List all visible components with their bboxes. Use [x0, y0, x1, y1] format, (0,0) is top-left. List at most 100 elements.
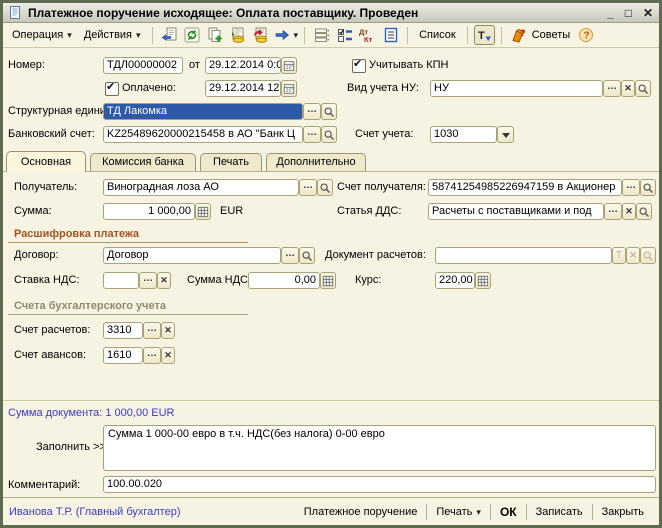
save-button[interactable]: Записать	[527, 506, 592, 518]
nu-input[interactable]: НУ	[430, 80, 603, 97]
dds-clear-button[interactable]	[622, 203, 636, 220]
settlement-doc-type-button[interactable]	[612, 247, 626, 264]
tab-additional[interactable]: Дополнительно	[266, 153, 366, 171]
unit-choose-button[interactable]	[303, 103, 321, 120]
payee-choose-button[interactable]	[299, 179, 317, 196]
payee-account-input[interactable]: 58741254985226947159 в Акционер	[428, 179, 622, 196]
payment-order-button[interactable]: Платежное поручение	[295, 506, 427, 518]
advance-account-choose-button[interactable]	[143, 347, 161, 364]
tab-main[interactable]: Основная	[6, 151, 86, 172]
post-document-button[interactable]	[228, 25, 249, 45]
contract-choose-button[interactable]	[281, 247, 299, 264]
tab-bank-commission[interactable]: Комиссия банка	[90, 153, 196, 171]
actions-menu-button[interactable]: Действия	[79, 27, 146, 43]
refresh-button[interactable]	[182, 25, 203, 45]
footer-buttons: Платежное поручение Печать ОК Записать З…	[295, 504, 653, 520]
footer-bar: Иванова Т.Р. (Главный бухгалтер) Платежн…	[3, 497, 659, 525]
dds-choose-button[interactable]	[604, 203, 622, 220]
reread-button[interactable]	[159, 25, 180, 45]
bank-open-button[interactable]	[321, 126, 337, 143]
settlement-account-choose-button[interactable]	[143, 322, 161, 339]
svg-text:Кт: Кт	[364, 35, 373, 43]
settlement-account-input[interactable]: 3310	[103, 322, 143, 339]
advance-account-input[interactable]: 1610	[103, 347, 143, 364]
contract-open-button[interactable]	[299, 247, 315, 264]
filter-by-value-button[interactable]: Т	[474, 25, 495, 45]
date-calendar-button[interactable]	[281, 57, 297, 74]
paid-date-input[interactable]: 29.12.2014 12:00:00	[205, 80, 281, 97]
payment-details-group-header: Расшифровка платежа	[8, 228, 248, 243]
dds-input[interactable]: Расчеты с поставщиками и под	[428, 203, 604, 220]
rate-calc-button[interactable]	[475, 272, 491, 289]
copy-button[interactable]	[205, 25, 226, 45]
vat-rate-input[interactable]	[103, 272, 139, 289]
close-button[interactable]: ✕	[643, 6, 653, 20]
kpn-checkbox[interactable]	[352, 59, 366, 73]
checklist-icon	[337, 27, 353, 43]
bank-choose-button[interactable]	[303, 126, 321, 143]
reread-icon	[161, 27, 177, 43]
payee-account-open-button[interactable]	[640, 179, 656, 196]
unit-open-button[interactable]	[321, 103, 337, 120]
paid-checkbox[interactable]	[105, 82, 119, 96]
from-label: от	[189, 57, 200, 74]
payee-account-choose-button[interactable]	[622, 179, 640, 196]
unit-input[interactable]: ТД Лакомка	[103, 103, 303, 120]
dtkt-button[interactable]: Дт Кт	[357, 25, 378, 45]
advice-book-icon: ?	[511, 27, 528, 43]
ok-button[interactable]: ОК	[491, 505, 526, 519]
list-button[interactable]: Список	[414, 27, 461, 43]
unpost-document-button[interactable]	[251, 25, 272, 45]
bottom-separator	[3, 400, 659, 401]
goto-button[interactable]	[274, 27, 299, 43]
account-combo[interactable]: 1030	[430, 126, 497, 143]
tab-strip-line	[3, 171, 659, 172]
svg-text:?: ?	[583, 31, 589, 42]
structure-button[interactable]	[311, 25, 332, 45]
close-form-button[interactable]: Закрыть	[593, 506, 653, 518]
settings-list-button[interactable]	[334, 25, 355, 45]
contract-input[interactable]: Договор	[103, 247, 281, 264]
operation-menu-button[interactable]: Операция	[7, 27, 77, 43]
nu-choose-button[interactable]	[603, 80, 621, 97]
advice-button[interactable]: ? Советы	[508, 27, 573, 43]
minimize-button[interactable]: _	[607, 6, 614, 20]
account-combo-arrow[interactable]	[497, 126, 514, 143]
date-input[interactable]: 29.12.2014 0:00:00	[205, 57, 281, 74]
currency-label: EUR	[220, 203, 243, 220]
settlement-account-clear-button[interactable]	[161, 322, 175, 339]
settlement-doc-input[interactable]	[435, 247, 612, 264]
payment-purpose-input[interactable]: Сумма 1 000-00 евро в т.ч. НДС(без налог…	[103, 425, 656, 471]
payee-open-button[interactable]	[317, 179, 333, 196]
help-button[interactable]: ?	[575, 25, 596, 45]
title-bar[interactable]: Платежное поручение исходящее: Оплата по…	[3, 3, 659, 23]
paid-date-calendar-button[interactable]	[281, 80, 297, 97]
number-input[interactable]: ТДЛ00000002	[103, 57, 183, 74]
vat-rate-label: Ставка НДС:	[14, 272, 79, 289]
comment-input[interactable]: 100.00.020	[103, 476, 656, 493]
calendar-icon	[283, 60, 295, 72]
advance-account-clear-button[interactable]	[161, 347, 175, 364]
payee-input[interactable]: Виноградная лоза АО	[103, 179, 299, 196]
vat-rate-clear-button[interactable]	[157, 272, 171, 289]
vat-amount-input[interactable]: 0,00	[248, 272, 320, 289]
nu-open-button[interactable]	[635, 80, 651, 97]
maximize-button[interactable]: □	[625, 6, 632, 20]
settlement-doc-clear-button[interactable]	[626, 247, 640, 264]
amount-calc-button[interactable]	[195, 203, 211, 220]
print-button[interactable]: Печать	[427, 506, 490, 518]
rate-input[interactable]: 220,00	[435, 272, 475, 289]
dds-open-button[interactable]	[636, 203, 652, 220]
settlement-doc-open-button[interactable]	[640, 247, 656, 264]
post-document-icon	[230, 27, 246, 43]
vat-amount-calc-button[interactable]	[320, 272, 336, 289]
document-list-button[interactable]	[380, 25, 401, 45]
amount-input[interactable]: 1 000,00	[103, 203, 195, 220]
bank-account-input[interactable]: KZ25489620000215458 в АО "Банк Ц	[103, 126, 303, 143]
vat-rate-choose-button[interactable]	[139, 272, 157, 289]
svg-text:?: ?	[520, 28, 526, 38]
nu-clear-button[interactable]	[621, 80, 635, 97]
tab-print[interactable]: Печать	[200, 153, 262, 171]
goto-icon	[274, 27, 290, 43]
number-label: Номер:	[8, 57, 45, 74]
